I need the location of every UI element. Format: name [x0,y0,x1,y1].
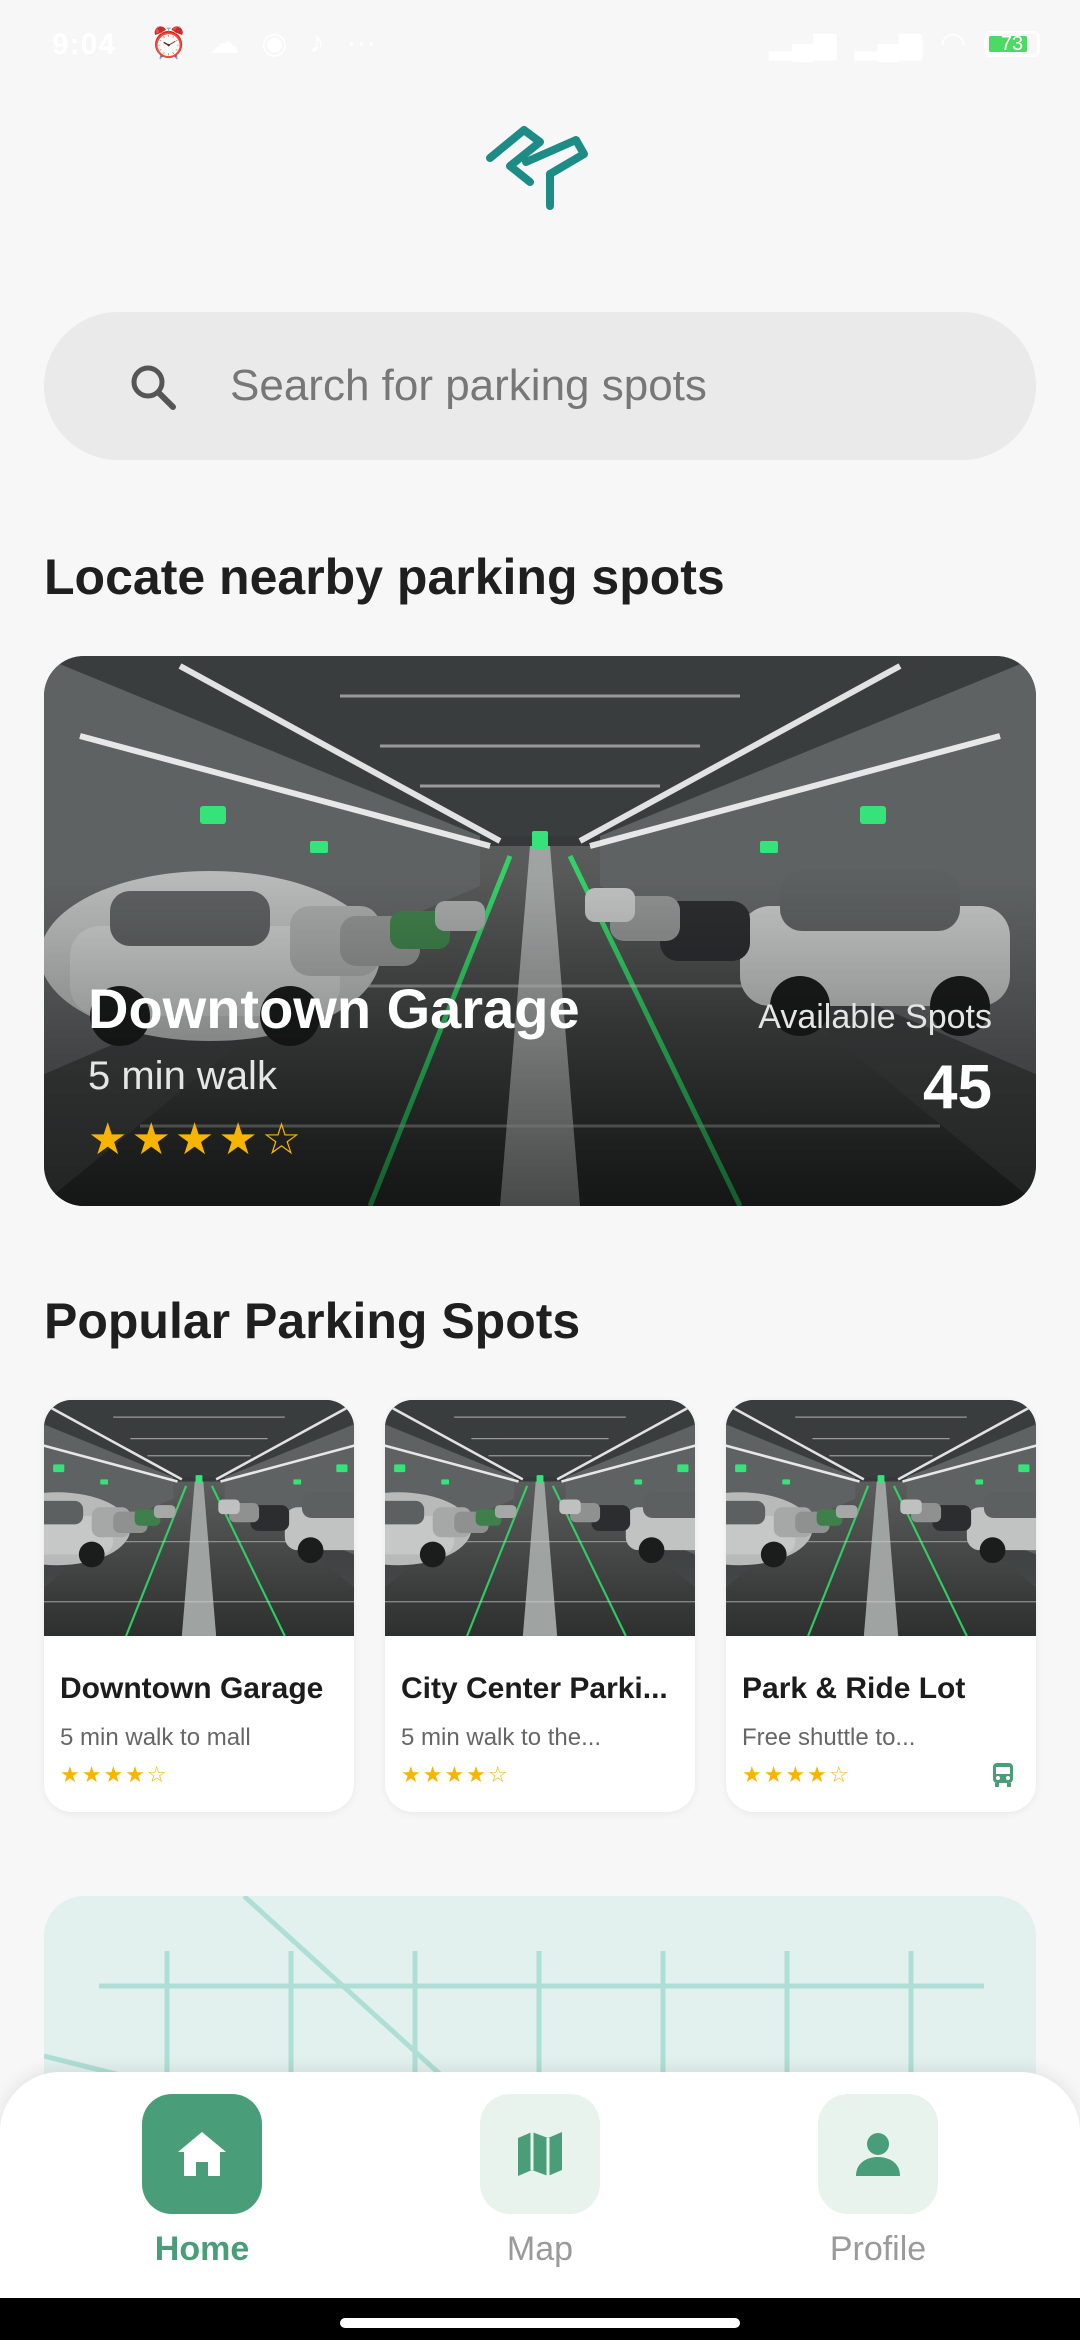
popular-card-desc: 5 min walk to mall [60,1724,251,1751]
nearby-section-title: Locate nearby parking spots [44,549,725,605]
popular-card-city-center[interactable]: City Center Parki... 5 min walk to the..… [385,1400,695,1812]
popular-card-downtown-garage[interactable]: Downtown Garage 5 min walk to mall ★★★★☆ [44,1400,354,1812]
available-spots-count: 45 [923,1053,992,1122]
system-gesture-area [0,2298,1080,2340]
app-notification-icon: ◉ [261,27,288,60]
wifi-icon: ◠ [939,27,966,60]
nav-map-label: Map [506,2230,574,2268]
tiktok-icon: ♪ [309,26,325,59]
popular-card-name: Park & Ride Lot [742,1672,966,1705]
featured-parking-card[interactable]: Downtown Garage 5 min walk ★★★★☆ Availab… [44,656,1036,1206]
available-spots-label: Available Spots [758,998,992,1036]
nav-map[interactable]: Map [440,2094,640,2284]
popular-card-name: City Center Parki... [401,1672,668,1705]
bottom-navigation: Home Map Profile [0,2072,1080,2298]
home-icon [178,2132,226,2176]
nav-home[interactable]: Home [102,2094,302,2284]
status-bar: 9:04 ⏰ ☁ ◉ ♪ ··· ▂▄▆ ▂▄▆ ◠ 73 [0,0,1080,90]
status-time: 9:04 [52,28,117,61]
more-notifications-icon: ··· [346,26,377,59]
popular-card-stars: ★★★★☆ [401,1762,510,1787]
nav-profile[interactable]: Profile [778,2094,978,2284]
popular-card-name: Downtown Garage [60,1672,324,1705]
alarm-icon: ⏰ [150,27,188,60]
nav-profile-label: Profile [829,2230,927,2268]
signal-icon: ▂▄▆ [769,27,837,60]
system-icons: ▂▄▆ ▂▄▆ ◠ 73 [769,26,1040,61]
garage-image [385,1400,695,1636]
notification-icons: ⏰ ☁ ◉ ♪ ··· [150,26,377,61]
search-bar[interactable] [44,312,1036,460]
popular-card-desc: 5 min walk to the... [401,1724,602,1751]
garage-image [44,1400,354,1636]
garage-image [726,1400,1036,1636]
bus-icon [993,1763,1013,1787]
person-icon [856,2133,900,2176]
nav-map-button[interactable] [480,2094,600,2214]
featured-rating-stars: ★★★★☆ [88,1115,306,1164]
featured-name: Downtown Garage [88,977,580,1040]
featured-walk-time: 5 min walk [88,1054,277,1098]
nav-profile-button[interactable] [818,2094,938,2214]
home-gesture-bar[interactable] [340,2318,740,2328]
nav-home-label: Home [154,2230,250,2268]
signal-icon-2: ▂▄▆ [854,27,922,60]
search-input[interactable] [230,346,990,426]
cloud-icon: ☁ [209,27,240,60]
app-logo [486,126,588,210]
nav-home-button[interactable] [142,2094,262,2214]
battery-icon: 73 [984,30,1040,57]
popular-card-stars: ★★★★☆ [60,1762,169,1787]
popular-card-stars: ★★★★☆ [742,1762,851,1787]
battery-level: 73 [1000,32,1024,55]
popular-section-title: Popular Parking Spots [44,1293,581,1349]
popular-card-park-and-ride[interactable]: Park & Ride Lot Free shuttle to... ★★★★☆ [726,1400,1036,1812]
popular-card-desc: Free shuttle to... [742,1724,916,1751]
search-icon [131,365,176,410]
map-icon [518,2132,562,2176]
